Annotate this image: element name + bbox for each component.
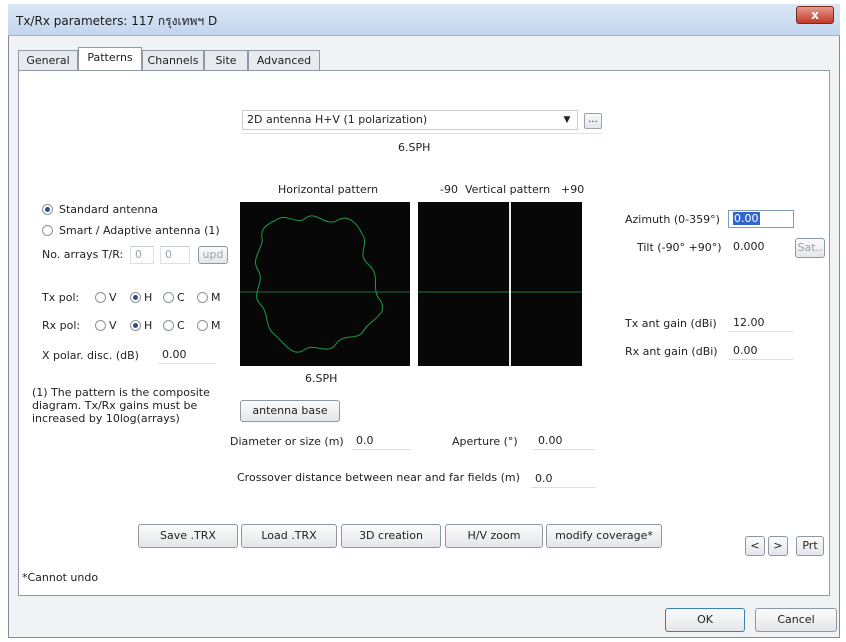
antenna-type-select[interactable]: 2D antenna H+V (1 polarization) bbox=[242, 110, 578, 130]
tx-pol-h-label: H bbox=[144, 291, 153, 304]
chevron-down-icon[interactable]: ▼ bbox=[560, 112, 574, 128]
azimuth-value: 0.00 bbox=[733, 212, 760, 225]
rx-pol-h-radio[interactable] bbox=[130, 320, 141, 331]
tilt-input[interactable]: 0.000 bbox=[728, 238, 788, 256]
rx-pol-c-radio[interactable] bbox=[163, 320, 174, 331]
tx-gain-label: Tx ant gain (dBi) bbox=[625, 317, 717, 330]
tx-pol-c-radio[interactable] bbox=[163, 292, 174, 303]
diameter-input[interactable]: 0.0 bbox=[351, 432, 411, 450]
modify-coverage-button[interactable]: modify coverage* bbox=[546, 524, 662, 548]
smart-antenna-radio[interactable] bbox=[42, 225, 53, 236]
hv-zoom-button[interactable]: H/V zoom bbox=[445, 524, 543, 548]
cannot-undo-note: *Cannot undo bbox=[22, 571, 99, 584]
horizontal-pattern-curve bbox=[255, 215, 384, 353]
tx-pol-m-label: M bbox=[211, 291, 221, 304]
xpol-input[interactable]: 0.00 bbox=[157, 346, 217, 364]
tab-patterns[interactable]: Patterns bbox=[78, 47, 142, 71]
arrays-t-input[interactable]: 0 bbox=[130, 246, 154, 264]
tab-advanced[interactable]: Advanced bbox=[248, 50, 320, 70]
tx-gain-input[interactable]: 12.00 bbox=[728, 314, 794, 332]
browse-antenna-button[interactable]: ... bbox=[584, 113, 602, 129]
composite-note-line: diagram. Tx/Rx gains must be bbox=[32, 399, 198, 412]
3d-creation-button[interactable]: 3D creation bbox=[341, 524, 441, 548]
rx-gain-input[interactable]: 0.00 bbox=[728, 342, 794, 360]
rx-pol-m-label: M bbox=[211, 319, 221, 332]
vertical-max-label: +90 bbox=[561, 183, 585, 196]
close-button[interactable]: x bbox=[796, 6, 834, 24]
arrays-r-input[interactable]: 0 bbox=[160, 246, 190, 264]
antenna-base-button[interactable]: antenna base bbox=[240, 400, 340, 422]
crossover-label: Crossover distance between near and far … bbox=[237, 471, 520, 484]
divider bbox=[242, 133, 602, 134]
vertical-pattern-title: Vertical pattern bbox=[465, 183, 551, 196]
upd-button[interactable]: upd bbox=[198, 246, 228, 264]
tab-channels[interactable]: Channels bbox=[142, 50, 204, 70]
tx-pol-c-label: C bbox=[177, 291, 185, 304]
horizontal-pattern-svg bbox=[240, 215, 410, 353]
horizontal-pattern-title: Horizontal pattern bbox=[278, 183, 379, 196]
tab-site[interactable]: Site bbox=[204, 50, 248, 70]
tx-pol-label: Tx pol: bbox=[42, 291, 80, 304]
tx-pol-m-radio[interactable] bbox=[197, 292, 208, 303]
azimuth-label: Azimuth (0-359°) bbox=[625, 213, 720, 226]
next-button[interactable]: > bbox=[768, 536, 788, 556]
standard-antenna-radio[interactable] bbox=[42, 204, 53, 215]
save-trx-button[interactable]: Save .TRX bbox=[138, 524, 238, 548]
diameter-label: Diameter or size (m) bbox=[230, 435, 344, 448]
rx-pol-h-label: H bbox=[144, 319, 153, 332]
rx-pol-v-radio[interactable] bbox=[95, 320, 106, 331]
vertical-min-label: -90 bbox=[440, 183, 458, 196]
load-trx-button[interactable]: Load .TRX bbox=[241, 524, 337, 548]
print-button[interactable]: Prt bbox=[796, 536, 824, 556]
vertical-pattern-svg bbox=[418, 202, 582, 366]
rx-pol-m-radio[interactable] bbox=[197, 320, 208, 331]
xpol-label: X polar. disc. (dB) bbox=[42, 349, 139, 362]
horizontal-pattern-plot bbox=[240, 202, 410, 366]
no-arrays-label: No. arrays T/R: bbox=[42, 248, 124, 261]
tilt-label: Tilt (-90° +90°) bbox=[637, 241, 722, 254]
smart-antenna-label: Smart / Adaptive antenna (1) bbox=[59, 224, 220, 237]
previous-button[interactable]: < bbox=[745, 536, 765, 556]
rx-pol-label: Rx pol: bbox=[42, 319, 81, 332]
composite-note: (1) The pattern is the composite diagram… bbox=[32, 386, 210, 425]
tab-general[interactable]: General bbox=[18, 50, 78, 70]
antenna-file-label: 6.SPH bbox=[398, 141, 431, 154]
sat-button[interactable]: Sat.. bbox=[795, 238, 825, 258]
cancel-button[interactable]: Cancel bbox=[755, 608, 837, 632]
rx-gain-label: Rx ant gain (dBi) bbox=[625, 345, 718, 358]
tx-pol-v-label: V bbox=[109, 291, 117, 304]
tx-pol-h-radio[interactable] bbox=[130, 292, 141, 303]
crossover-input[interactable]: 0.0 bbox=[530, 470, 596, 488]
rx-pol-v-label: V bbox=[109, 319, 117, 332]
tx-pol-v-radio[interactable] bbox=[95, 292, 106, 303]
pattern-file-label: 6.SPH bbox=[305, 372, 338, 385]
aperture-label: Aperture (°) bbox=[452, 435, 518, 448]
rx-pol-c-label: C bbox=[177, 319, 185, 332]
composite-note-line: increased by 10log(arrays) bbox=[32, 412, 180, 425]
aperture-input[interactable]: 0.00 bbox=[533, 432, 595, 450]
composite-note-line: (1) The pattern is the composite bbox=[32, 386, 210, 399]
standard-antenna-label: Standard antenna bbox=[59, 203, 159, 216]
ok-button[interactable]: OK bbox=[665, 608, 745, 632]
window-title: Tx/Rx parameters: 117 กรุงเทพฯ D bbox=[16, 14, 218, 28]
vertical-pattern-plot bbox=[418, 202, 582, 366]
azimuth-input[interactable]: 0.00 bbox=[728, 210, 794, 228]
